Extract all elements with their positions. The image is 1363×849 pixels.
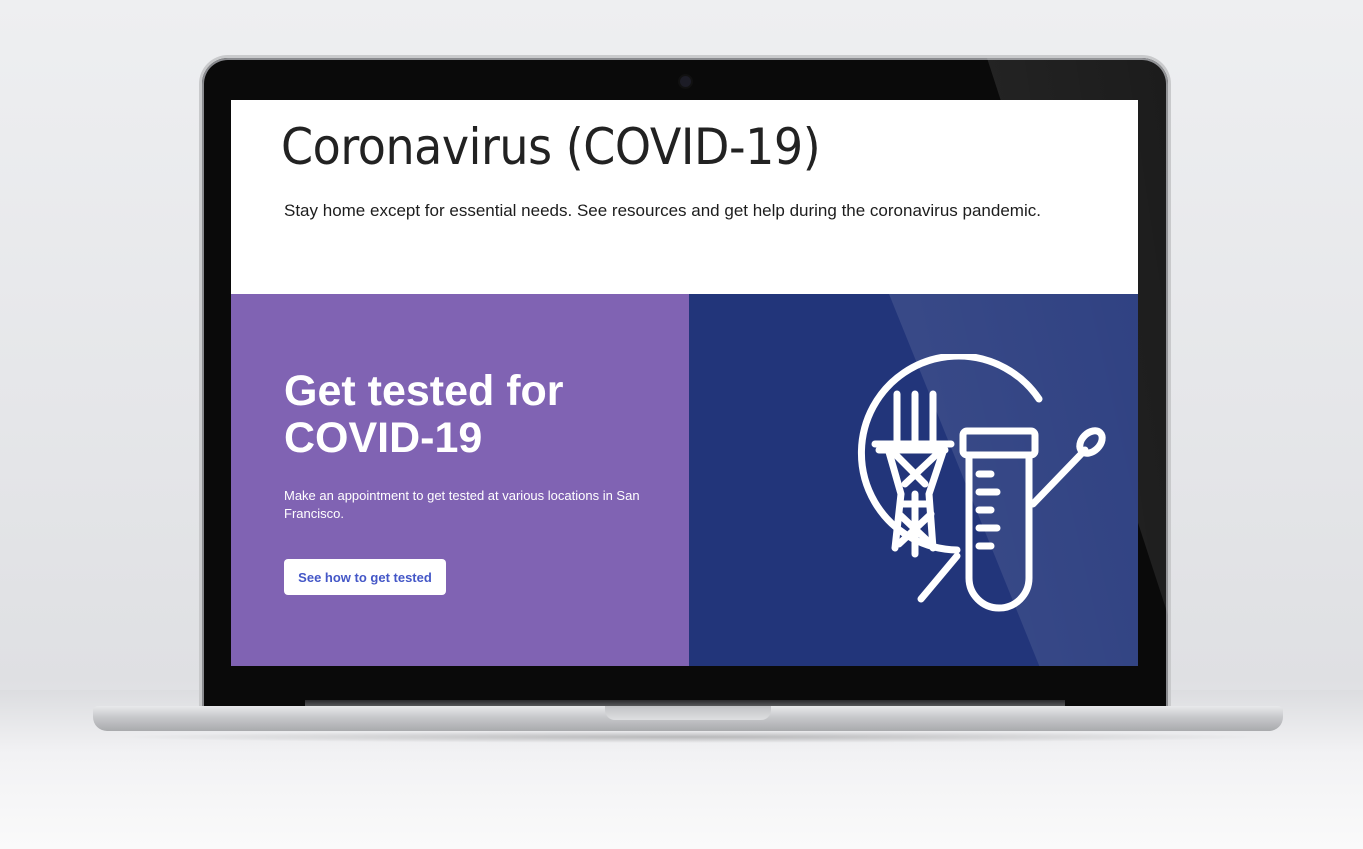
laptop-screen: Coronavirus (COVID-19) Stay home except …	[231, 100, 1138, 666]
hero-description: Make an appointment to get tested at var…	[284, 488, 640, 521]
laptop-shadow	[110, 731, 1270, 743]
webcam-icon	[680, 76, 691, 87]
page-subtitle: Stay home except for essential needs. Se…	[284, 201, 1041, 220]
see-how-to-get-tested-button[interactable]: See how to get tested	[284, 559, 446, 595]
sutro-tower-test-tube-swab-icon	[857, 354, 1106, 612]
testing-hero-panel: Get tested for COVID-19 Make an appointm…	[231, 294, 689, 666]
page-header: Coronavirus (COVID-19) Stay home except …	[231, 100, 1138, 294]
page-title: Coronavirus (COVID-19)	[281, 118, 821, 176]
hero-illustration-panel	[689, 294, 1138, 666]
hero-title: Get tested for COVID-19	[284, 367, 564, 462]
laptop-notch	[605, 706, 771, 720]
